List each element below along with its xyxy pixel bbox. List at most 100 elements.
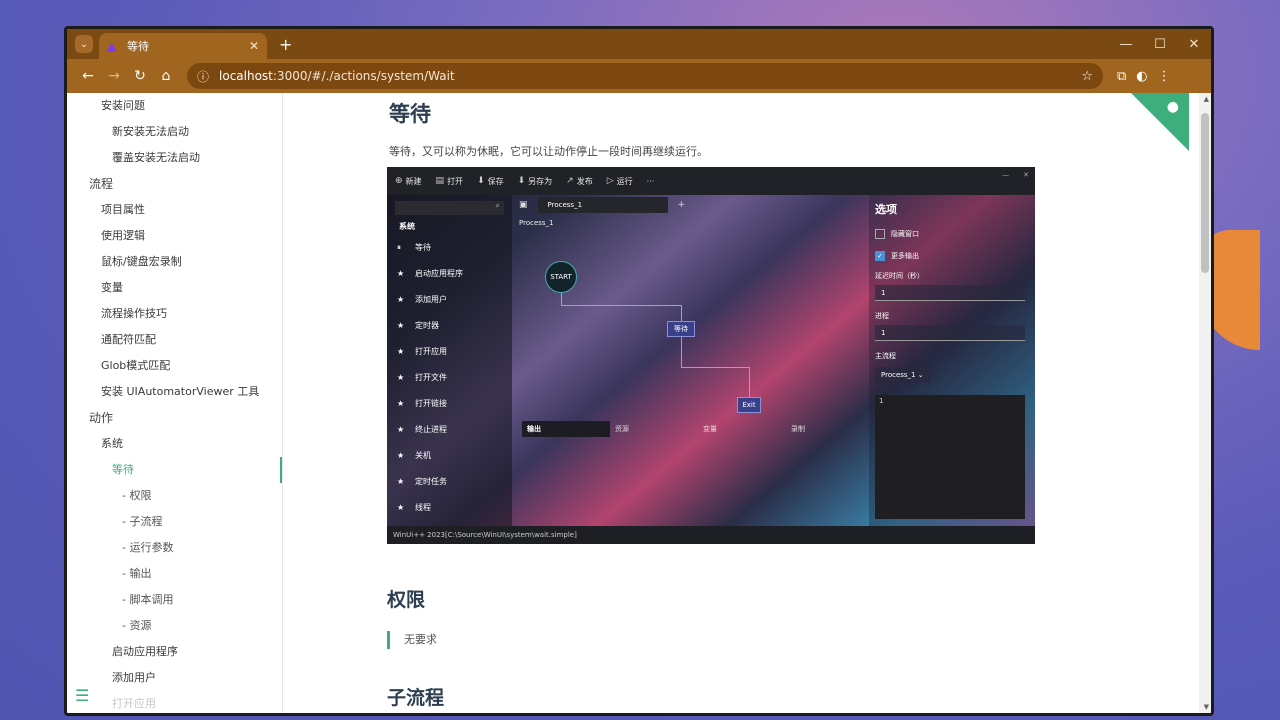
flow-wire <box>749 367 750 397</box>
extensions-puzzle-icon[interactable]: ⧉ <box>1117 69 1126 84</box>
url-path: :3000/#/./actions/system/Wait <box>272 69 455 83</box>
sidebar-item[interactable]: Glob模式匹配 <box>67 353 282 379</box>
sidebar-item[interactable]: - 资源 <box>67 613 282 639</box>
shot-toolbar-item: ↗ 发布 <box>566 176 593 187</box>
star-icon: ★ <box>397 295 405 304</box>
shot-options-panel: 选项 隐藏窗口 ✓ 更多输出 延迟时间（秒） 1 进程 1 主流程 Proces… <box>869 195 1035 526</box>
shot-action-item: ★ 打开链接 <box>387 391 512 417</box>
shot-action-label: 定时任务 <box>415 477 447 486</box>
maximize-icon[interactable]: ☐ <box>1143 37 1177 52</box>
star-icon: ★ <box>397 399 405 408</box>
shot-category: 系统 <box>399 222 415 231</box>
vite-favicon-icon: ▲ <box>107 39 117 53</box>
delay-label: 延迟时间（秒） <box>875 272 924 280</box>
shot-action-label: 定时器 <box>415 321 439 330</box>
more-output-label: 更多输出 <box>891 252 919 260</box>
sidebar-item[interactable]: 安装 UIAutomatorViewer 工具 <box>67 379 282 405</box>
shot-toolbar-icon: ⊕ <box>395 176 403 186</box>
sidebar-item[interactable]: 新安装无法启动 <box>67 119 282 145</box>
flow-node-exit: Exit <box>737 397 761 413</box>
sidebar-item[interactable]: 项目属性 <box>67 197 282 223</box>
shot-window-controls: — ✕ <box>1002 171 1029 179</box>
shot-toolbar-label: 保存 <box>487 176 504 186</box>
close-window-icon[interactable]: ✕ <box>1177 37 1211 52</box>
profile-avatar-icon[interactable]: ◐ <box>1136 69 1147 84</box>
sidebar-item[interactable]: 等待 <box>67 457 282 483</box>
sidebar-item[interactable]: - 权限 <box>67 483 282 509</box>
sidebar-item[interactable]: 启动应用程序 <box>67 639 282 665</box>
sidebar-item[interactable]: 流程操作技巧 <box>67 301 282 327</box>
shot-toolbar-label: 新建 <box>405 176 422 186</box>
minimize-icon[interactable]: — <box>1109 37 1143 52</box>
more-menu-icon[interactable]: ⋮ <box>1158 69 1171 84</box>
sidebar-item[interactable]: 鼠标/键盘宏录制 <box>67 249 282 275</box>
sidebar-item[interactable]: 流程 <box>67 171 282 197</box>
tab-bar: ⌄ ▲ 等待 ✕ + — ☐ ✕ <box>67 29 1211 59</box>
sidebar-item[interactable]: - 输出 <box>67 561 282 587</box>
scroll-thumb[interactable] <box>1201 113 1209 273</box>
sidebar-item[interactable]: - 子流程 <box>67 509 282 535</box>
sidebar-item[interactable]: 变量 <box>67 275 282 301</box>
sidebar-item[interactable]: 打开应用 <box>67 691 282 713</box>
shot-toolbar-icon: ↗ <box>566 176 574 186</box>
sidebar-item[interactable]: 系统 <box>67 431 282 457</box>
scroll-down-icon[interactable]: ▼ <box>1204 703 1209 711</box>
shot-toolbar-item: ⊕ 新建 <box>395 176 422 187</box>
main-flow-select: Process_1 ⌄ <box>875 367 931 383</box>
shot-action-item: ★ 添加用户 <box>387 287 512 313</box>
flow-wire <box>681 367 749 368</box>
hamburger-menu-icon[interactable]: ☰ <box>75 686 89 705</box>
star-icon: ★ <box>397 477 405 486</box>
shot-output-tab: 输出 <box>522 421 610 437</box>
forward-arrow-icon[interactable]: → <box>101 68 127 84</box>
shot-output-tabs: 输出 资源 变量 录制 <box>522 421 874 437</box>
shot-action-label: 添加用户 <box>415 295 447 304</box>
new-tab-button[interactable]: + <box>279 35 292 54</box>
reload-icon[interactable]: ↻ <box>127 68 153 84</box>
shot-toolbar-item: ··· <box>647 177 655 186</box>
shot-action-label: 打开文件 <box>415 373 447 382</box>
shot-action-item: ★ 线程 <box>387 495 512 521</box>
shot-output-tab: 资源 <box>615 425 629 433</box>
page-content: 安装问题 新安装无法启动 覆盖安装无法启动 流程 项目属性 使用逻辑 鼠标/键盘宏录制 变量流… <box>67 93 1211 713</box>
hide-window-label: 隐藏窗口 <box>891 230 919 238</box>
sidebar-item[interactable]: 覆盖安装无法启动 <box>67 145 282 171</box>
github-corner[interactable] <box>1131 93 1189 151</box>
scroll-up-icon[interactable]: ▲ <box>1204 95 1209 103</box>
sidebar-item[interactable]: - 脚本调用 <box>67 587 282 613</box>
browser-tab[interactable]: ▲ 等待 ✕ <box>99 33 267 59</box>
toolbar-icons: ⧉ ◐ ⋮ <box>1117 69 1171 84</box>
shot-toolbar-label: 发布 <box>576 176 593 186</box>
sidebar-item[interactable]: 通配符匹配 <box>67 327 282 353</box>
shot-action-label: 等待 <box>415 243 431 252</box>
sidebar-item[interactable]: 动作 <box>67 405 282 431</box>
shot-status-bar: WinUi++ 2023[C:\Source\WinUI\system\wait… <box>387 526 1035 544</box>
star-icon: ★ <box>397 425 405 434</box>
url-input[interactable]: ⓘ localhost :3000/#/./actions/system/Wai… <box>187 63 1103 89</box>
progress-input: 1 <box>875 325 1025 341</box>
shot-toolbar-label: 另存为 <box>528 176 553 186</box>
flow-node-start: START <box>545 261 577 293</box>
shot-toolbar-item: ▷ 运行 <box>607 176 633 187</box>
shot-toolbar-icon: ⬇ <box>477 176 485 186</box>
shot-action-item: ★ 打开应用 <box>387 339 512 365</box>
tab-search-dropdown-icon[interactable]: ⌄ <box>75 35 93 53</box>
github-cat-icon[interactable]: ● <box>1167 99 1179 115</box>
tab-close-icon[interactable]: ✕ <box>249 39 259 53</box>
home-icon[interactable]: ⌂ <box>153 68 179 84</box>
sidebar-item[interactable]: - 运行参数 <box>67 535 282 561</box>
window-controls: — ☐ ✕ <box>1109 37 1211 52</box>
checkbox-empty-icon <box>875 229 885 239</box>
sidebar-item[interactable]: 使用逻辑 <box>67 223 282 249</box>
main-article: 等待 等待，又可以称为休眠，它可以让动作停止一段时间再继续运行。 ⊕ 新建 ▤ 打开 ⬇… <box>283 93 1211 713</box>
delay-input: 1 <box>875 285 1025 301</box>
permissions-heading: 权限 <box>387 589 426 611</box>
page-title: 等待 <box>389 102 431 126</box>
back-arrow-icon[interactable]: ← <box>75 68 101 84</box>
page-scrollbar[interactable]: ▲ ▼ <box>1199 93 1211 713</box>
sidebar-item[interactable]: 添加用户 <box>67 665 282 691</box>
sidebar-item[interactable]: 安装问题 <box>67 93 282 119</box>
site-info-icon[interactable]: ⓘ <box>197 68 209 85</box>
bookmark-star-icon[interactable]: ☆ <box>1081 69 1093 84</box>
shot-action-item: ★ 终止进程 <box>387 417 512 443</box>
